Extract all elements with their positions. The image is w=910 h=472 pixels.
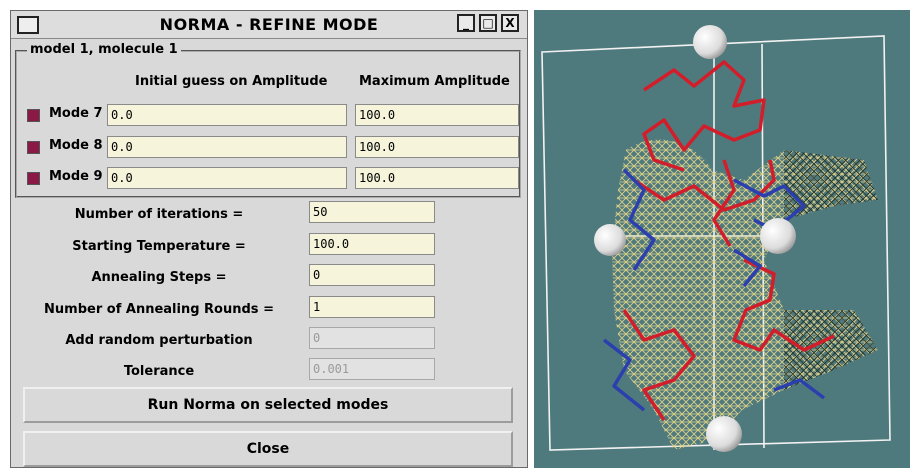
- mode-checkbox[interactable]: [27, 172, 40, 185]
- molecule-render: [534, 10, 910, 468]
- max-amplitude-field[interactable]: 100.0: [355, 104, 519, 126]
- bottom-handle-sphere[interactable]: [706, 416, 742, 452]
- column-header-max: Maximum Amplitude: [359, 74, 510, 89]
- initial-amplitude-field[interactable]: 0.0: [107, 104, 347, 126]
- run-norma-button[interactable]: Run Norma on selected modes: [23, 387, 513, 423]
- mode-label: Mode 9: [49, 169, 103, 184]
- mode-checkbox[interactable]: [27, 109, 40, 122]
- tolerance-label: Tolerance: [123, 364, 195, 379]
- mode-row: Mode 7 0.0 100.0: [17, 102, 523, 128]
- mode-checkbox[interactable]: [27, 141, 40, 154]
- window-title: NORMA - REFINE MODE: [159, 15, 379, 34]
- molecule-3d-viewer[interactable]: [534, 10, 910, 468]
- initial-amplitude-field[interactable]: 0.0: [107, 167, 347, 189]
- title-bar[interactable]: NORMA - REFINE MODE _ □ X: [11, 11, 527, 39]
- starting-temperature-label: Starting Temperature =: [72, 239, 246, 254]
- annealing-rounds-field[interactable]: 1: [309, 296, 435, 318]
- mode-row: Mode 9 0.0 100.0: [17, 165, 523, 191]
- close-button[interactable]: Close: [23, 431, 513, 467]
- initial-amplitude-field[interactable]: 0.0: [107, 136, 347, 158]
- iterations-field[interactable]: 50: [309, 201, 435, 223]
- annealing-steps-label: Annealing Steps =: [91, 270, 227, 285]
- minimize-button[interactable]: _: [457, 14, 475, 32]
- refine-mode-dialog: NORMA - REFINE MODE _ □ X model 1, molec…: [10, 10, 528, 468]
- maximize-button[interactable]: □: [479, 14, 497, 32]
- column-header-initial: Initial guess on Amplitude: [135, 74, 328, 89]
- right-handle-sphere[interactable]: [760, 218, 796, 254]
- mode-label: Mode 8: [49, 138, 103, 153]
- max-amplitude-field[interactable]: 100.0: [355, 167, 519, 189]
- random-perturbation-label: Add random perturbation: [65, 333, 253, 348]
- group-legend: model 1, molecule 1: [27, 42, 181, 57]
- iterations-label: Number of iterations =: [74, 207, 244, 222]
- tolerance-field: 0.001: [309, 358, 435, 380]
- close-window-button[interactable]: X: [501, 14, 519, 32]
- max-amplitude-field[interactable]: 100.0: [355, 136, 519, 158]
- left-handle-sphere[interactable]: [594, 224, 626, 256]
- annealing-steps-field[interactable]: 0: [309, 264, 435, 286]
- random-perturbation-field: 0: [309, 327, 435, 349]
- top-handle-sphere[interactable]: [693, 25, 727, 59]
- mode-label: Mode 7: [49, 106, 103, 121]
- starting-temperature-field[interactable]: 100.0: [309, 233, 435, 255]
- model-molecule-group: model 1, molecule 1 Initial guess on Amp…: [15, 42, 523, 198]
- annealing-rounds-label: Number of Annealing Rounds =: [44, 302, 274, 317]
- mode-row: Mode 8 0.0 100.0: [17, 134, 523, 160]
